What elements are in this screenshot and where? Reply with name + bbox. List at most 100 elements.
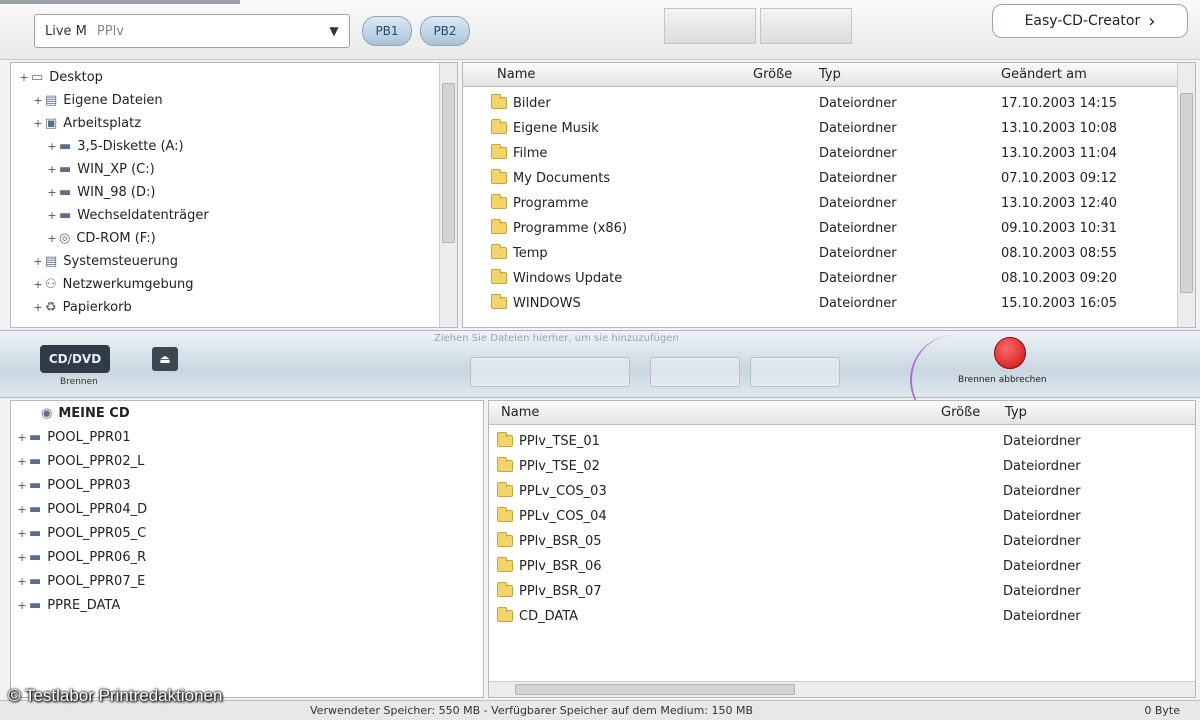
compilation-tree-item[interactable]: + ▬ PPRE_DATA xyxy=(15,593,120,617)
stop-burn-button[interactable] xyxy=(994,337,1026,369)
file-row[interactable]: Temp Dateiordner 08.10.2003 08:55 xyxy=(463,241,1175,265)
expand-icon[interactable]: + xyxy=(15,551,29,564)
tree-scrollbar[interactable] xyxy=(439,63,457,327)
compilation-tree-item[interactable]: + ▬ POOL_PPR02_L xyxy=(15,449,144,473)
expand-icon[interactable]: + xyxy=(45,186,59,199)
column-header-name[interactable]: Name xyxy=(497,67,535,82)
compilation-tree-item[interactable]: + ▬ POOL_PPR04_D xyxy=(15,497,147,521)
file-modified: 13.10.2003 11:04 xyxy=(1001,145,1118,161)
file-list-scrollbar[interactable] xyxy=(1177,63,1195,327)
burn-button[interactable]: CD/DVD xyxy=(40,345,110,373)
tree-item[interactable]: + ◎ CD-ROM (F:) xyxy=(45,226,155,250)
expand-icon[interactable]: + xyxy=(15,479,29,492)
file-modified: 08.10.2003 09:20 xyxy=(1001,270,1118,286)
compilation-file-row[interactable]: PPlv_TSE_02 Dateiordner xyxy=(489,454,1195,478)
compilation-root[interactable]: ◉ MEINE CD xyxy=(41,401,130,425)
source-folder-tree[interactable]: + ▭ Desktop + ▤ Eigene Dateien + ▣ Arbeitsplatz +… xyxy=(10,62,458,328)
nav-pill-button-2[interactable]: PB2 xyxy=(420,16,470,46)
expand-icon[interactable]: + xyxy=(15,599,29,612)
compilation-file-row[interactable]: PPlv_BSR_06 Dateiordner xyxy=(489,554,1195,578)
tree-item[interactable]: + ▭ Desktop xyxy=(17,65,103,89)
compilation-file-row[interactable]: PPlv_BSR_07 Dateiordner xyxy=(489,579,1195,603)
file-type: Dateiordner xyxy=(1003,508,1081,524)
source-file-list[interactable]: Name Größe Typ Geändert am Bilder Dateior… xyxy=(462,62,1196,328)
compilation-file-list[interactable]: Name Größe Typ PPlv_TSE_01 Dateiordner PPl… xyxy=(488,400,1196,698)
expand-icon[interactable]: + xyxy=(31,255,45,268)
tree-item[interactable]: + ▣ Arbeitsplatz xyxy=(31,111,141,135)
file-row[interactable]: Programme Dateiordner 13.10.2003 12:40 xyxy=(463,191,1175,215)
expand-icon[interactable]: + xyxy=(15,575,29,588)
compilation-file-row[interactable]: PPlv_TSE_01 Dateiordner xyxy=(489,429,1195,453)
compilation-tree-item[interactable]: + ▬ POOL_PPR07_E xyxy=(15,569,145,593)
file-name: CD_DATA xyxy=(519,608,579,624)
compilation-tree-label: POOL_PPR06_R xyxy=(47,549,147,565)
expand-icon[interactable]: + xyxy=(15,455,29,468)
compilation-file-row[interactable]: PPLv_COS_04 Dateiordner xyxy=(489,504,1195,528)
tree-item[interactable]: + ▤ Systemsteuerung xyxy=(31,249,178,273)
project-selector-button[interactable]: Easy-CD-Creator › xyxy=(992,4,1188,38)
tree-item-label: WIN_98 (D:) xyxy=(77,184,156,200)
expand-icon[interactable]: + xyxy=(15,527,29,540)
compilation-tree-item[interactable]: + ▬ POOL_PPR05_C xyxy=(15,521,146,545)
file-row[interactable]: Eigene Musik Dateiordner 13.10.2003 10:08 xyxy=(463,116,1175,140)
file-row[interactable]: WINDOWS Dateiordner 15.10.2003 16:05 xyxy=(463,291,1175,315)
expand-icon[interactable]: + xyxy=(45,140,59,153)
eject-button[interactable]: ⏏ xyxy=(152,347,178,371)
compilation-tree-item[interactable]: + ▬ POOL_PPR03 xyxy=(15,473,130,497)
compilation-file-row[interactable]: PPLv_COS_03 Dateiordner xyxy=(489,479,1195,503)
compilation-tree-item[interactable]: + ▬ POOL_PPR01 xyxy=(15,425,130,449)
compilation-tree-label: PPRE_DATA xyxy=(47,597,121,613)
chevron-down-icon[interactable]: ▼ xyxy=(323,19,345,43)
tree-item[interactable]: + ▤ Eigene Dateien xyxy=(31,88,162,112)
column-header-size[interactable]: Größe xyxy=(753,67,792,82)
tree-item[interactable]: + ♻ Papierkorb xyxy=(31,295,131,319)
file-row[interactable]: Filme Dateiordner 13.10.2003 11:04 xyxy=(463,141,1175,165)
toolbar-tab-2[interactable] xyxy=(760,8,852,44)
scroll-thumb[interactable] xyxy=(515,684,795,695)
column-header-name[interactable]: Name xyxy=(501,405,539,420)
file-row[interactable]: My Documents Dateiordner 07.10.2003 09:12 xyxy=(463,166,1175,190)
expand-icon[interactable]: + xyxy=(15,431,29,444)
compilation-hscrollbar[interactable] xyxy=(489,681,1195,697)
compilation-tree-item[interactable]: + ▬ POOL_PPR06_R xyxy=(15,545,146,569)
expand-icon[interactable]: + xyxy=(45,232,59,245)
compilation-tree-label: POOL_PPR02_L xyxy=(47,453,145,469)
tree-item[interactable]: + ▬ Wechseldatenträger xyxy=(45,203,208,227)
expand-icon[interactable]: + xyxy=(15,503,29,516)
tree-item[interactable]: + ⚇ Netzwerkumgebung xyxy=(31,272,193,296)
file-row[interactable]: Bilder Dateiordner 17.10.2003 14:15 xyxy=(463,91,1175,115)
folder-icon xyxy=(491,194,507,209)
drive-icon: ▬ xyxy=(29,453,42,469)
column-header-type[interactable]: Typ xyxy=(819,67,841,82)
scroll-thumb[interactable] xyxy=(1180,93,1193,293)
expand-icon[interactable]: + xyxy=(45,163,59,176)
folder-icon xyxy=(497,557,513,572)
compilation-tree-label: POOL_PPR04_D xyxy=(47,501,148,517)
file-row[interactable]: Windows Update Dateiordner 08.10.2003 09:2… xyxy=(463,266,1175,290)
scroll-thumb[interactable] xyxy=(442,83,455,243)
column-header-modified[interactable]: Geändert am xyxy=(1001,67,1087,82)
file-row[interactable]: Programme (x86) Dateiordner 09.10.2003 10:… xyxy=(463,216,1175,240)
stop-burn-label: Brennen abbrechen xyxy=(958,375,1047,385)
expand-icon[interactable]: + xyxy=(31,117,45,130)
toolbar-tab-1[interactable] xyxy=(664,8,756,44)
expand-icon[interactable]: + xyxy=(31,94,45,107)
file-name: My Documents xyxy=(513,170,611,186)
path-combobox[interactable]: Live M PPlv ▼ xyxy=(34,14,350,48)
nav-pill-button-1[interactable]: PB1 xyxy=(362,16,412,46)
compilation-file-row[interactable]: PPlv_BSR_05 Dateiordner xyxy=(489,529,1195,553)
expand-icon[interactable]: + xyxy=(17,71,31,84)
compilation-file-row[interactable]: CD_DATA Dateiordner xyxy=(489,604,1195,628)
compilation-tree[interactable]: ◉ MEINE CD + ▬ POOL_PPR01 + ▬ POOL_PPR02_L + ▬ P… xyxy=(10,400,484,698)
expand-icon[interactable]: + xyxy=(45,209,59,222)
expand-icon[interactable]: + xyxy=(31,278,45,291)
tree-item[interactable]: + ▬ 3,5-Diskette (A:) xyxy=(45,134,183,158)
file-name-cell: Eigene Musik xyxy=(491,119,599,136)
folder-icon xyxy=(491,119,507,134)
file-name: PPLv_COS_03 xyxy=(519,483,607,499)
tree-item[interactable]: + ▬ WIN_XP (C:) xyxy=(45,157,154,181)
expand-icon[interactable]: + xyxy=(31,301,45,314)
column-header-type[interactable]: Typ xyxy=(1005,405,1027,420)
column-header-size[interactable]: Größe xyxy=(941,405,980,420)
tree-item[interactable]: + ▬ WIN_98 (D:) xyxy=(45,180,155,204)
